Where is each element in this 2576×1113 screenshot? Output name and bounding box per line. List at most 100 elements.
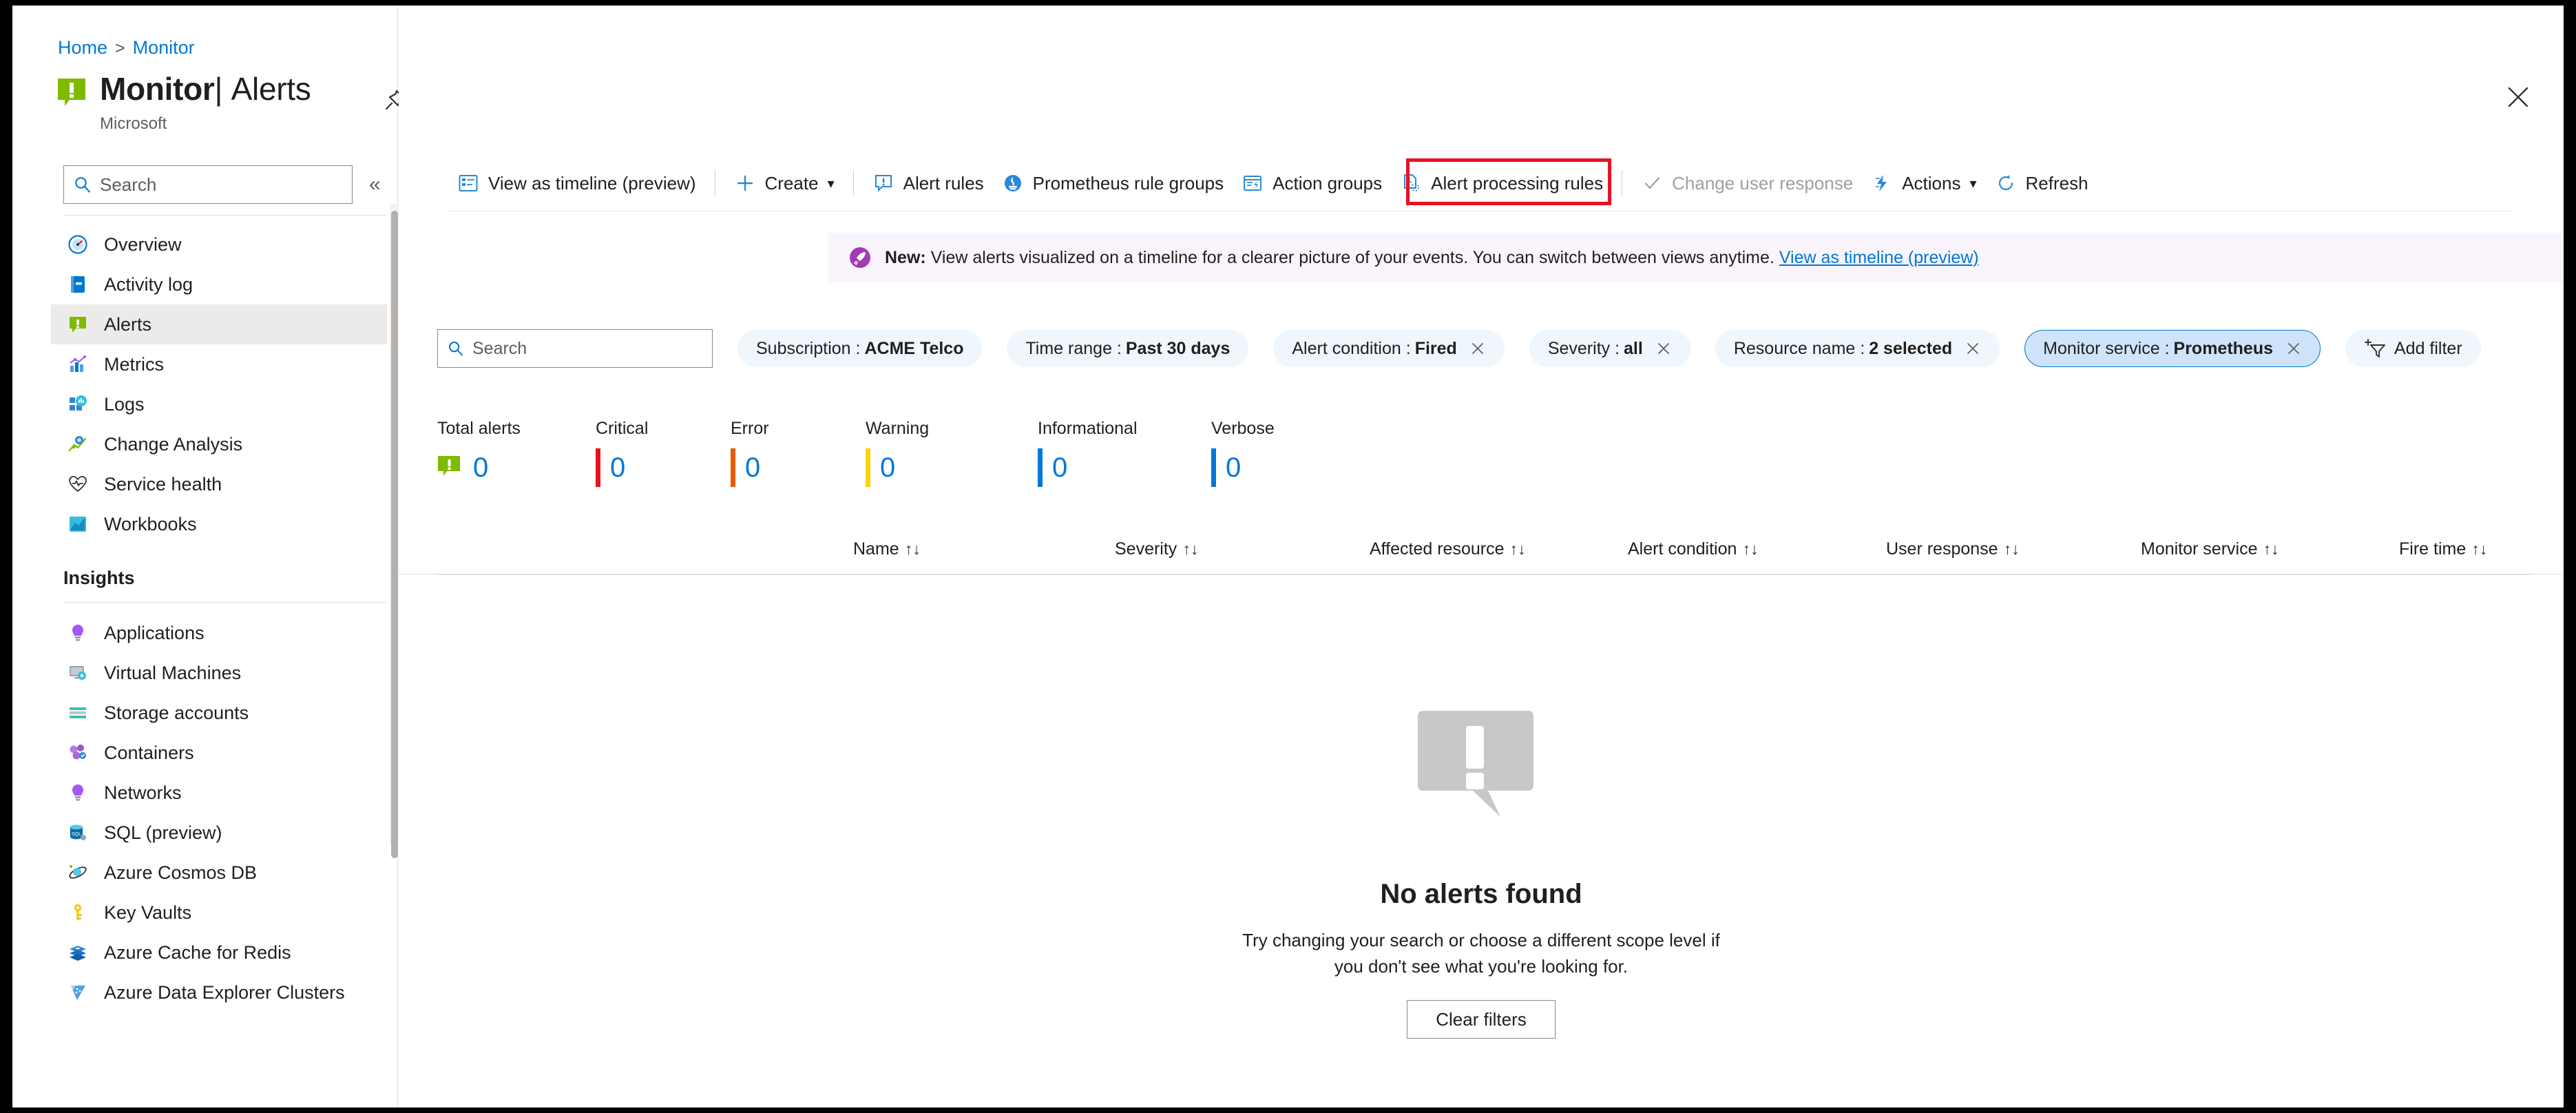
filter-pill-label: Monitor service :: [2043, 338, 2170, 358]
column-label: User response: [1886, 539, 1998, 559]
column-header-affected-resource[interactable]: Affected resource ↑↓: [1370, 539, 1525, 559]
sidebar: Home>Monitor Monitor| Alerts Microsoft ·: [12, 6, 453, 1107]
count-body: 0: [731, 448, 769, 487]
count-critical[interactable]: Critical 0: [596, 419, 648, 487]
sidebar-item-change-analysis[interactable]: Change Analysis: [51, 424, 387, 464]
sidebar-item-storage-accounts[interactable]: Storage accounts: [51, 693, 387, 733]
count-label: Error: [731, 419, 769, 438]
service-health-heart-icon: [66, 472, 90, 496]
column-header-fire-time[interactable]: Fire time ↑↓: [2399, 539, 2487, 559]
banner-prefix: New:: [885, 247, 926, 267]
column-header-alert-condition[interactable]: Alert condition ↑↓: [1628, 539, 1758, 559]
count-value: 0: [745, 453, 761, 483]
actions-button[interactable]: Actions ▾: [1862, 164, 1985, 202]
page-subtitle: Microsoft: [100, 114, 167, 133]
sidebar-item-label: Alerts: [104, 313, 152, 335]
filter-pill-label: Alert condition :: [1292, 338, 1411, 358]
sidebar-search-input[interactable]: Search: [63, 165, 353, 204]
refresh-label: Refresh: [2025, 172, 2088, 194]
sidebar-item-logs[interactable]: Logs: [51, 384, 387, 424]
sidebar-item-alerts[interactable]: Alerts: [51, 304, 387, 344]
filter-pill-monitor-service[interactable]: Monitor service : Prometheus: [2024, 330, 2321, 367]
alerts-icon: [66, 313, 90, 336]
change-user-response-label: Change user response: [1672, 172, 1854, 194]
banner-link[interactable]: View as timeline (preview): [1779, 248, 1979, 267]
empty-state: No alerts found Try changing your search…: [399, 708, 2564, 1039]
count-value: 0: [1052, 453, 1068, 483]
filter-pill-time-range[interactable]: Time range : Past 30 days: [1007, 330, 1249, 367]
sidebar-item-sql-preview[interactable]: SQL SQL (preview): [51, 813, 387, 853]
sidebar-item-applications[interactable]: Applications: [51, 613, 387, 653]
checkmark-icon: [1641, 172, 1663, 194]
remove-filter-icon[interactable]: [1965, 340, 1981, 357]
close-blade-icon[interactable]: [2504, 83, 2533, 112]
sidebar-item-azure-cache-for-redis[interactable]: Azure Cache for Redis: [51, 933, 387, 972]
clear-filters-button[interactable]: Clear filters: [1407, 1000, 1556, 1039]
sidebar-item-service-health[interactable]: Service health: [51, 464, 387, 504]
severity-bar-verbose: [1211, 448, 1216, 487]
sidebar-item-key-vaults[interactable]: Key Vaults: [51, 893, 387, 933]
action-groups-button[interactable]: Action groups: [1233, 164, 1391, 202]
add-filter-button[interactable]: Add filter: [2345, 330, 2481, 367]
count-total-alerts[interactable]: Total alerts 0: [437, 419, 521, 487]
refresh-button[interactable]: Refresh: [1986, 164, 2097, 202]
sidebar-item-label: Azure Cosmos DB: [104, 862, 258, 883]
remove-filter-icon[interactable]: [2285, 340, 2302, 357]
sidebar-collapse-icon[interactable]: «: [369, 171, 381, 198]
alert-processing-rules-button[interactable]: Alert processing rules: [1391, 164, 1612, 202]
severity-bar-informational: [1038, 448, 1043, 487]
remove-filter-icon[interactable]: [1655, 340, 1672, 357]
count-error[interactable]: Error 0: [731, 419, 769, 487]
sidebar-item-azure-data-explorer-clusters[interactable]: Azure Data Explorer Clusters: [51, 972, 387, 1012]
column-header-user-response[interactable]: User response ↑↓: [1886, 539, 2020, 559]
column-header-name[interactable]: Name ↑↓: [853, 539, 921, 559]
breadcrumb: Home > Monitor: [58, 37, 195, 59]
column-header-severity[interactable]: Severity ↑↓: [1115, 539, 1198, 559]
sidebar-item-label: Azure Data Explorer Clusters: [104, 981, 345, 1003]
sidebar-item-metrics[interactable]: Metrics: [51, 344, 387, 384]
activity-log-book-icon: [66, 273, 90, 296]
alert-processing-rules-label: Alert processing rules: [1431, 172, 1604, 194]
empty-state-description: Try changing your search or choose a dif…: [1242, 930, 1720, 977]
create-button[interactable]: Create ▾: [725, 164, 844, 202]
sidebar-scrollbar-thumb[interactable]: [391, 211, 398, 858]
sidebar-item-virtual-machines[interactable]: Virtual Machines: [51, 653, 387, 693]
overview-gauge-icon: [66, 233, 90, 256]
breadcrumb-monitor[interactable]: Monitor: [133, 37, 195, 58]
search-input[interactable]: Search: [437, 329, 713, 368]
sort-arrows-icon: ↑↓: [1509, 540, 1526, 558]
count-body: 0: [866, 448, 929, 487]
view-as-timeline-button[interactable]: View as timeline (preview): [448, 164, 705, 202]
sidebar-item-networks[interactable]: Networks: [51, 773, 387, 813]
sidebar-item-overview[interactable]: Overview: [51, 225, 387, 264]
filter-pill-severity[interactable]: Severity : all: [1529, 330, 1690, 367]
count-informational[interactable]: Informational 0: [1038, 419, 1138, 487]
filter-pill-resource-name[interactable]: Resource name : 2 selected: [1715, 330, 2000, 367]
table-header-divider: [437, 574, 2531, 575]
column-header-monitor-service[interactable]: Monitor service ↑↓: [2141, 539, 2279, 559]
azure-portal-blade: Home>Monitor Monitor| Alerts Microsoft ·: [12, 6, 2564, 1107]
sidebar-item-workbooks[interactable]: Workbooks: [51, 504, 387, 544]
alert-rules-button[interactable]: Alert rules: [863, 164, 993, 202]
count-verbose[interactable]: Verbose 0: [1211, 419, 1275, 487]
data-explorer-icon: [66, 981, 90, 1004]
remove-filter-icon[interactable]: [1469, 340, 1486, 357]
count-warning[interactable]: Warning 0: [866, 419, 929, 487]
page-title-row: Monitor| Alerts: [58, 70, 311, 111]
prometheus-rule-groups-button[interactable]: Prometheus rule groups: [993, 164, 1233, 202]
sidebar-item-containers[interactable]: Containers: [51, 733, 387, 773]
filter-pill-label: Resource name :: [1733, 338, 1865, 358]
filter-pill-value: Fired: [1414, 338, 1457, 358]
refresh-icon: [1995, 172, 2017, 194]
sidebar-scrollbar[interactable]: [390, 204, 399, 858]
filter-pill-subscription[interactable]: Subscription : ACME Telco: [737, 330, 983, 367]
sidebar-item-label: Applications: [104, 622, 205, 643]
breadcrumb-home[interactable]: Home: [58, 37, 107, 58]
sidebar-item-activity-log[interactable]: Activity log: [51, 264, 387, 304]
filter-pill-alert-condition[interactable]: Alert condition : Fired: [1273, 330, 1505, 367]
sidebar-item-azure-cosmos-db[interactable]: Azure Cosmos DB: [51, 853, 387, 893]
sidebar-item-label: Overview: [104, 233, 182, 255]
rocket-icon: [848, 245, 872, 270]
sidebar-search-placeholder: Search: [100, 174, 157, 195]
change-user-response-button[interactable]: Change user response: [1632, 164, 1862, 202]
